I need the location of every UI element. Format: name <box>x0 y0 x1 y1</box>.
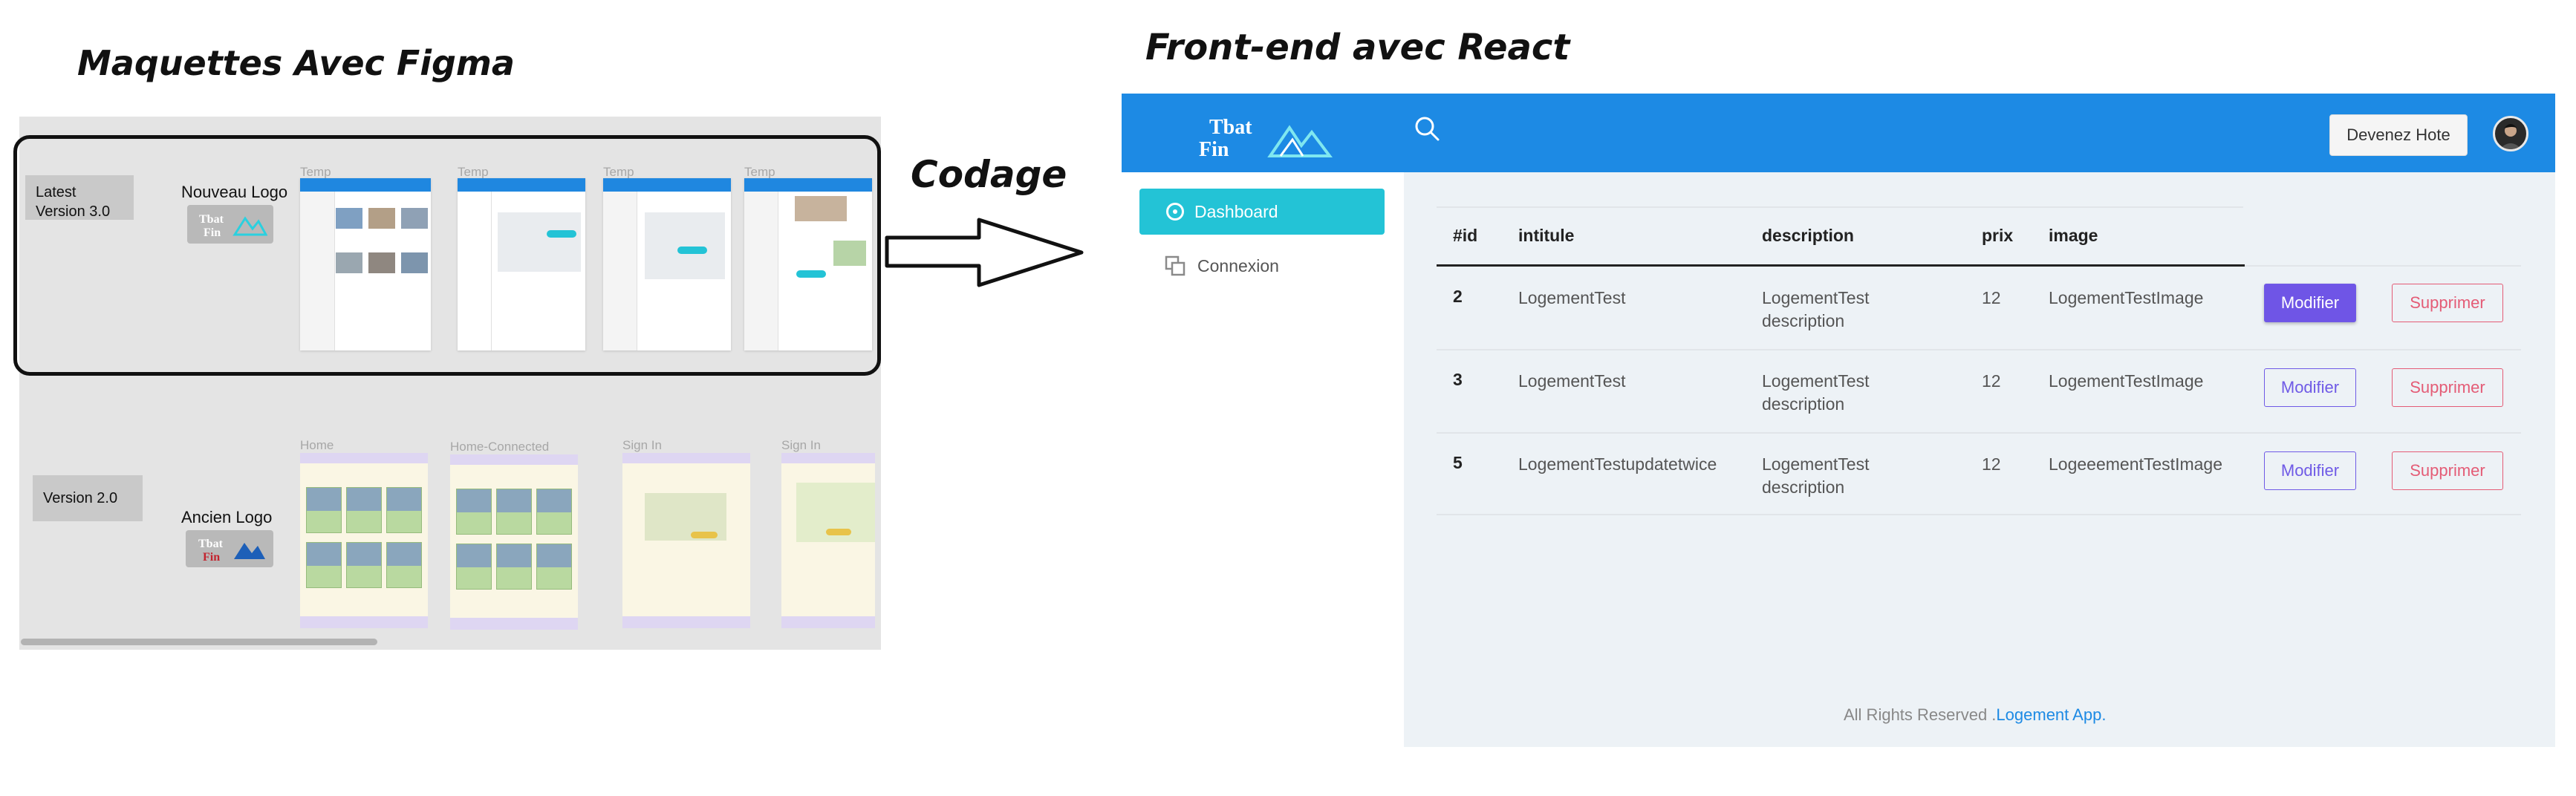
modifier-label: Modifier <box>2280 293 2340 312</box>
sidebar-item-label: Dashboard <box>1194 201 1278 221</box>
footer-text: All Rights Reserved . <box>1844 705 1997 724</box>
column-header-image: image <box>2049 226 2098 245</box>
modifier-label: Modifier <box>2280 461 2340 480</box>
row-id: 5 <box>1453 453 1463 472</box>
devenez-hote-label: Devenez Hote <box>2346 125 2450 144</box>
old-version-tag: Version 2.0 <box>33 475 143 521</box>
supprimer-label: Supprimer <box>2410 461 2485 480</box>
column-header-description: description <box>1762 226 1854 245</box>
row-prix: 12 <box>1982 454 2001 474</box>
frame-label: Temp <box>458 165 489 179</box>
mockup-frame[interactable] <box>450 454 578 630</box>
mockup-frame[interactable] <box>458 178 585 350</box>
svg-text:Tbat: Tbat <box>199 213 224 226</box>
row-intitule: LogementTestupdatetwice <box>1518 454 1717 474</box>
table-top-border <box>1437 206 2243 208</box>
ancien-logo-image: Tbat Fin <box>186 530 273 567</box>
row-prix: 12 <box>1982 371 2001 391</box>
mockup-frame[interactable] <box>622 453 750 628</box>
avatar-icon <box>2499 124 2522 149</box>
frame-label: Home-Connected <box>450 440 550 454</box>
react-heading: Front-end avec React <box>1145 27 1570 68</box>
connexion-icon <box>1165 255 1185 276</box>
frame-label: Temp <box>603 165 634 179</box>
description-line: LogementTest <box>1762 288 1870 307</box>
description-line: description <box>1762 394 1845 414</box>
row-intitule: LogementTest <box>1518 371 1626 391</box>
description-line: description <box>1762 477 1845 497</box>
logo-mountain-icon: Tbat Fin <box>199 213 267 239</box>
row-divider <box>1437 349 2521 350</box>
table-header-border <box>1437 264 2245 267</box>
row-id: 3 <box>1453 370 1463 389</box>
frame-label: Sign In <box>781 438 821 452</box>
svg-text:Tbat: Tbat <box>1209 116 1252 139</box>
sidebar-item-connexion[interactable]: Connexion <box>1165 255 1279 276</box>
footer-link[interactable]: Logement App. <box>1996 705 2106 724</box>
table-header-border-extend <box>2245 265 2521 267</box>
row-divider <box>1437 432 2521 434</box>
description-line: description <box>1762 311 1845 330</box>
supprimer-button[interactable]: Supprimer <box>2392 368 2503 407</box>
row-image: LogeeementTestImage <box>2049 454 2222 474</box>
column-header-intitule: intitule <box>1518 226 1575 245</box>
mockup-frame[interactable] <box>781 453 875 628</box>
modifier-label: Modifier <box>2280 378 2340 397</box>
app-logo[interactable]: Tbat Fin <box>1188 110 1344 162</box>
latest-version-tag: Latest Version 3.0 <box>25 175 134 220</box>
frame-label: Temp <box>744 165 775 179</box>
column-header-id: #id <box>1453 226 1478 245</box>
row-description: LogementTest description <box>1762 370 1869 416</box>
dashboard-icon <box>1166 203 1184 221</box>
mockup-frame[interactable] <box>300 453 428 628</box>
search-icon[interactable] <box>1413 114 1443 148</box>
supprimer-label: Supprimer <box>2410 293 2485 312</box>
figma-horizontal-scrollbar[interactable] <box>21 639 377 645</box>
svg-text:Fin: Fin <box>203 551 220 564</box>
codage-label: Codage <box>911 153 1067 196</box>
frame-label: Temp <box>300 165 331 179</box>
supprimer-label: Supprimer <box>2410 378 2485 397</box>
user-avatar[interactable] <box>2493 116 2528 151</box>
devenez-hote-button[interactable]: Devenez Hote <box>2329 114 2468 156</box>
mockup-frame[interactable] <box>744 178 872 350</box>
ancien-logo-label: Ancien Logo <box>181 508 273 526</box>
row-description: LogementTest description <box>1762 453 1869 499</box>
old-logo-icon: Tbat Fin <box>198 538 265 564</box>
svg-text:Tbat: Tbat <box>198 538 224 550</box>
mockup-frame[interactable] <box>603 178 731 350</box>
row-image: LogementTestImage <box>2049 288 2204 307</box>
logo-mountain-icon: Tbat Fin <box>1199 116 1333 161</box>
row-id: 2 <box>1453 287 1463 306</box>
frame-label: Sign In <box>622 438 662 452</box>
old-version-text: Version 2.0 <box>43 489 118 506</box>
description-line: LogementTest <box>1762 371 1870 391</box>
modifier-button[interactable]: Modifier <box>2264 284 2356 322</box>
modifier-button[interactable]: Modifier <box>2264 451 2356 490</box>
row-divider <box>1437 514 2521 515</box>
mockup-frame[interactable] <box>300 178 431 350</box>
modifier-button[interactable]: Modifier <box>2264 368 2356 407</box>
svg-text:Fin: Fin <box>204 226 221 239</box>
app-footer: All Rights Reserved .Logement App. <box>1844 705 2106 725</box>
figma-heading: Maquettes Avec Figma <box>77 43 515 83</box>
description-line: LogementTest <box>1762 454 1870 474</box>
nouveau-logo-image: Tbat Fin <box>187 205 273 244</box>
supprimer-button[interactable]: Supprimer <box>2392 451 2503 490</box>
frame-label: Home <box>300 438 334 452</box>
supprimer-button[interactable]: Supprimer <box>2392 284 2503 322</box>
svg-text:Fin: Fin <box>1199 138 1229 161</box>
sidebar-item-dashboard[interactable]: Dashboard <box>1139 189 1385 235</box>
row-intitule: LogementTest <box>1518 288 1626 307</box>
latest-version-text: Latest Version 3.0 <box>36 184 111 220</box>
sidebar-item-label: Connexion <box>1197 255 1279 275</box>
nouveau-logo-label: Nouveau Logo <box>181 183 288 201</box>
row-description: LogementTest description <box>1762 287 1869 333</box>
right-arrow-icon <box>885 218 1084 287</box>
row-prix: 12 <box>1982 288 2001 307</box>
column-header-prix: prix <box>1982 226 2014 245</box>
row-image: LogementTestImage <box>2049 371 2204 391</box>
